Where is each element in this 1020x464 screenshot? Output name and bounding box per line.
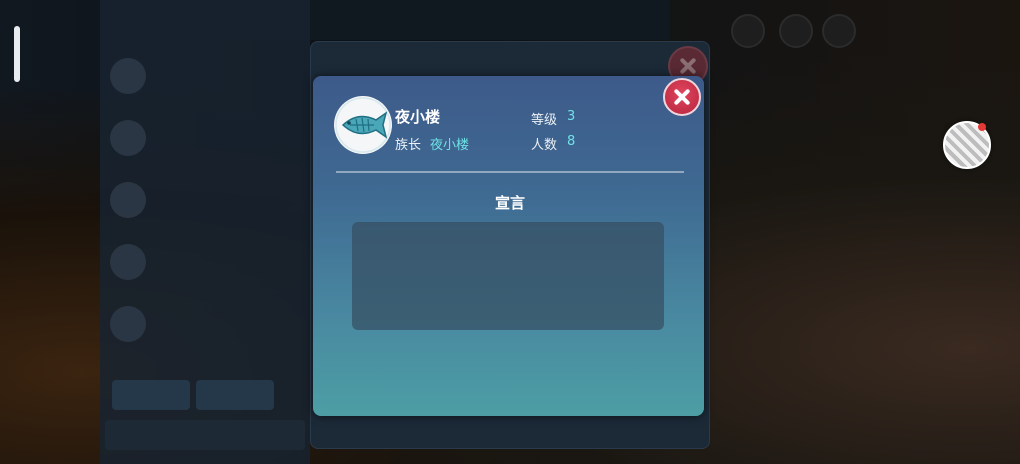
fish-emblem-icon: [334, 96, 392, 154]
background-icon: [822, 14, 856, 48]
scroll-handle[interactable]: [14, 26, 20, 82]
background-list-item: [110, 298, 300, 354]
background-list-item: [110, 50, 300, 106]
avatar: [110, 58, 146, 94]
manifesto-text-box: [352, 222, 664, 330]
level-label: 等级: [531, 113, 558, 128]
leader-label: 族长: [395, 138, 422, 153]
background-tab-button: [196, 380, 274, 410]
background-icon: [779, 14, 813, 48]
clan-name: 夜小楼: [395, 108, 441, 126]
background-list-item: [110, 236, 300, 292]
avatar: [110, 306, 146, 342]
level-value: 3: [567, 109, 576, 124]
notification-dot: [978, 123, 986, 131]
manifesto-title: 宣言: [494, 194, 525, 212]
avatar: [110, 244, 146, 280]
background-list-item: [110, 112, 300, 168]
close-button[interactable]: [663, 78, 701, 116]
member-count-value: 8: [567, 134, 576, 149]
divider: [336, 171, 684, 173]
background-tab-button: [112, 380, 190, 410]
background-icon: [731, 14, 765, 48]
background-chat-input: [105, 420, 305, 450]
avatar: [110, 120, 146, 156]
leader-value[interactable]: 夜小楼: [430, 134, 469, 153]
member-count-label: 人数: [531, 138, 558, 153]
